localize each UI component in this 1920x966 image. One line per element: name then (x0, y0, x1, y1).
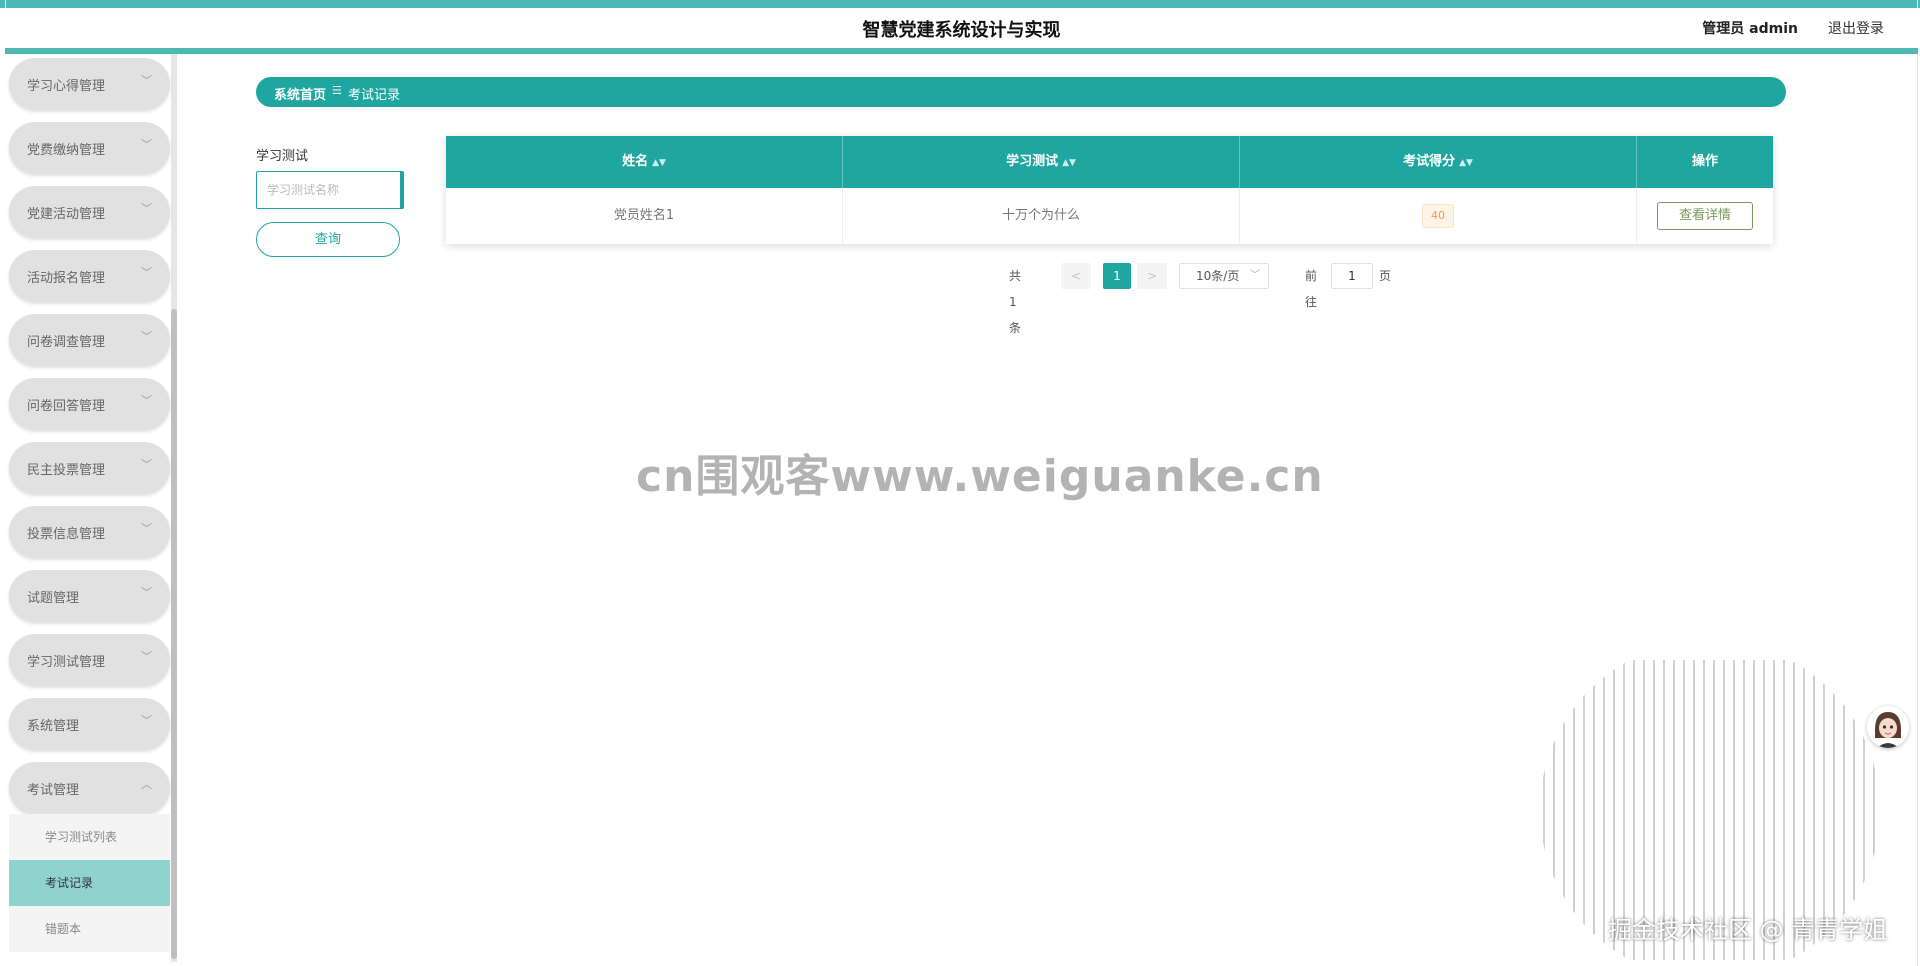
chevron-down-icon: ﹀ (141, 714, 152, 727)
chevron-down-icon: ﹀ (141, 202, 152, 215)
column-header-score[interactable]: 考试得分 ▲▼ (1240, 136, 1637, 188)
assistant-avatar-icon[interactable] (1867, 706, 1909, 748)
breadcrumb-current: 考试记录 (348, 88, 401, 103)
column-header-test[interactable]: 学习测试 ▲▼ (843, 136, 1240, 188)
query-button[interactable]: 查询 (256, 222, 400, 257)
column-header-actions: 操作 (1691, 154, 1718, 169)
chevron-down-icon: ﹀ (141, 394, 152, 407)
chevron-down-icon: ﹀ (1250, 270, 1260, 281)
prev-page-button[interactable]: < (1061, 263, 1091, 289)
sidebar-item-questions[interactable]: 试题管理 ﹀ (9, 570, 170, 622)
footer-watermark: 掘金技术社区 @ 青青学姐 (1608, 916, 1888, 944)
header: 智慧党建系统设计与实现 管理员 admin 退出登录 (5, 8, 1918, 54)
sidebar-item-activities[interactable]: 党建活动管理 ﹀ (9, 186, 170, 238)
sidebar-item-label: 系统管理 (27, 719, 80, 734)
chevron-down-icon: ﹀ (141, 650, 152, 663)
sort-icon[interactable]: ▲▼ (1459, 158, 1473, 168)
score-badge: 40 (1422, 204, 1454, 228)
sidebar-item-study-notes[interactable]: 学习心得管理 ﹀ (9, 58, 170, 110)
exam-submenu: 学习测试列表 考试记录 错题本 (9, 814, 170, 952)
table-row: 党员姓名1 十万个为什么 40 查看详情 (446, 188, 1773, 244)
logout-link[interactable]: 退出登录 (1828, 18, 1884, 38)
submenu-item-wrong-answers[interactable]: 错题本 (9, 906, 170, 952)
sidebar-item-survey-answers[interactable]: 问卷回答管理 ﹀ (9, 378, 170, 430)
sidebar-item-exams[interactable]: 考试管理 ︿ (9, 762, 170, 814)
sidebar-item-label: 问卷调查管理 (27, 335, 106, 350)
sort-icon[interactable]: ▲▼ (1062, 158, 1076, 168)
sidebar-item-label: 学习心得管理 (27, 79, 106, 94)
next-page-button[interactable]: > (1137, 263, 1167, 289)
sidebar-item-label: 党建活动管理 (27, 207, 106, 222)
sidebar-item-dues[interactable]: 党费缴纳管理 ﹀ (9, 122, 170, 174)
goto-unit: 页 (1379, 269, 1392, 283)
breadcrumb: 系统首页 ☰ 考试记录 (256, 77, 1786, 107)
goto-page-input[interactable] (1331, 263, 1373, 289)
sidebar-scrollbar-thumb[interactable] (171, 309, 177, 959)
current-user: 管理员 admin (1702, 21, 1798, 37)
chevron-down-icon: ﹀ (141, 330, 152, 343)
chevron-down-icon: ﹀ (141, 458, 152, 471)
sidebar-item-label: 考试管理 (27, 783, 80, 798)
chevron-down-icon: ﹀ (141, 74, 152, 87)
chevron-up-icon: ︿ (141, 778, 152, 791)
app-title: 智慧党建系统设计与实现 (862, 20, 1061, 41)
sidebar-item-survey[interactable]: 问卷调查管理 ﹀ (9, 314, 170, 366)
cell-name: 党员姓名1 (446, 188, 843, 244)
breadcrumb-separator-icon: ☰ (332, 84, 342, 97)
goto-label: 前往 (1305, 269, 1318, 309)
chevron-down-icon: ﹀ (141, 266, 152, 279)
chevron-down-icon: ﹀ (141, 138, 152, 151)
page-size-select[interactable]: 10条/页 ﹀ (1179, 263, 1269, 289)
sidebar-item-vote-info[interactable]: 投票信息管理 ﹀ (9, 506, 170, 558)
breadcrumb-home[interactable]: 系统首页 (274, 84, 326, 103)
sidebar-item-label: 党费缴纳管理 (27, 143, 106, 158)
table-header: 姓名 ▲▼ 学习测试 ▲▼ 考试得分 ▲▼ 操作 (446, 136, 1773, 188)
cell-actions: 查看详情 (1637, 188, 1773, 244)
search-label: 学习测试 (256, 149, 309, 164)
avatar-face-icon (1867, 706, 1909, 748)
cell-score: 40 (1240, 188, 1637, 244)
chevron-down-icon: ﹀ (141, 522, 152, 535)
sidebar-item-label: 投票信息管理 (27, 527, 106, 542)
chevron-down-icon: ﹀ (141, 586, 152, 599)
column-header-name[interactable]: 姓名 ▲▼ (446, 136, 843, 188)
cell-test: 十万个为什么 (843, 188, 1240, 244)
sidebar-item-registration[interactable]: 活动报名管理 ﹀ (9, 250, 170, 302)
submenu-item-exam-records[interactable]: 考试记录 (9, 860, 170, 906)
page-number-current[interactable]: 1 (1103, 263, 1131, 289)
site-watermark: cn围观客www.weiguanke.cn (636, 451, 1324, 502)
sidebar-item-system[interactable]: 系统管理 ﹀ (9, 698, 170, 750)
sidebar: 学习心得管理 ﹀ 党费缴纳管理 ﹀ 党建活动管理 ﹀ 活动报名管理 ﹀ 问卷调查… (5, 54, 177, 966)
submenu-item-test-list[interactable]: 学习测试列表 (9, 814, 170, 860)
sidebar-item-study-tests[interactable]: 学习测试管理 ﹀ (9, 634, 170, 686)
sort-icon[interactable]: ▲▼ (652, 158, 666, 168)
view-details-button[interactable]: 查看详情 (1656, 202, 1753, 230)
sidebar-item-voting[interactable]: 民主投票管理 ﹀ (9, 442, 170, 494)
search-input[interactable] (256, 171, 404, 209)
sidebar-item-label: 学习测试管理 (27, 655, 106, 670)
sidebar-item-label: 问卷回答管理 (27, 399, 106, 414)
exam-records-table: 姓名 ▲▼ 学习测试 ▲▼ 考试得分 ▲▼ 操作 党员姓名1 十万个为什么 40 查看… (446, 136, 1773, 244)
sidebar-item-label: 活动报名管理 (27, 271, 106, 286)
sidebar-item-label: 试题管理 (27, 591, 80, 606)
pagination-total: 共 1 条 (1009, 269, 1022, 335)
sidebar-item-label: 民主投票管理 (27, 463, 106, 478)
